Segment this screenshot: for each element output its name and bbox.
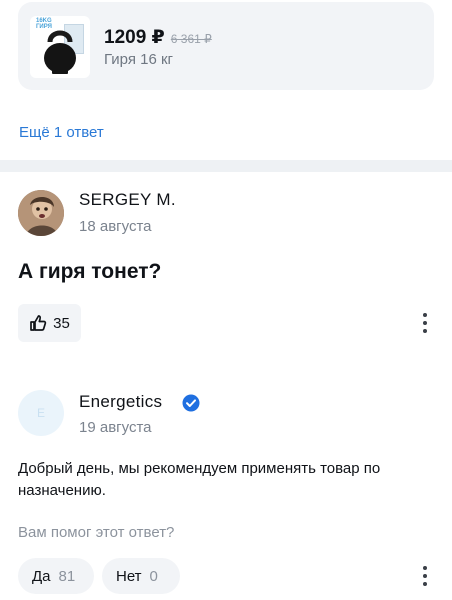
kebab-dot [423, 582, 427, 586]
kebab-dot [423, 566, 427, 570]
kebab-dot [423, 321, 427, 325]
kettlebell-icon [44, 30, 76, 74]
question-menu-button[interactable] [418, 310, 432, 336]
question-date: 18 августа [79, 218, 152, 235]
question-author[interactable]: SERGEY M. [79, 190, 176, 210]
like-button[interactable]: 35 [18, 304, 81, 342]
product-image[interactable]: 16KG ГИРЯ [30, 16, 90, 78]
product-old-price: 6 361 ₽ [170, 32, 212, 46]
answer-text: Добрый день, мы рекомендуем применять то… [18, 460, 381, 499]
product-name: Гиря 16 кг [104, 51, 174, 68]
vote-no-count: 0 [149, 567, 158, 585]
kebab-dot [423, 313, 427, 317]
section-divider [0, 160, 452, 172]
vote-yes-button[interactable]: Да 81 [18, 558, 94, 594]
avatar-sergey[interactable] [18, 190, 64, 236]
verified-check-icon [182, 394, 200, 412]
vote-yes-label: Да [32, 567, 51, 585]
vote-no-button[interactable]: Нет 0 [102, 558, 180, 594]
answer-menu-button[interactable] [418, 563, 432, 589]
avatar-energetics[interactable]: E [18, 390, 64, 436]
vote-no-label: Нет [116, 567, 142, 585]
product-price: 1209 ₽ [104, 27, 165, 48]
user-photo-icon [18, 190, 64, 236]
like-count: 35 [53, 314, 70, 332]
question-text: А гиря тонет? [18, 260, 162, 283]
more-answers-link[interactable]: Ещё 1 ответ [19, 124, 104, 141]
kebab-dot [423, 329, 427, 333]
vote-yes-count: 81 [58, 567, 76, 585]
avatar-letter: E [36, 406, 45, 420]
thumbs-up-icon [30, 315, 47, 331]
product-card[interactable]: 16KG ГИРЯ 1209 ₽ 6 361 ₽ Гиря 16 кг [18, 2, 434, 90]
answer-author[interactable]: Energetics [79, 392, 162, 412]
answer-date: 19 августа [79, 419, 152, 436]
kebab-dot [423, 574, 427, 578]
helpful-question: Вам помог этот ответ? [18, 524, 175, 541]
